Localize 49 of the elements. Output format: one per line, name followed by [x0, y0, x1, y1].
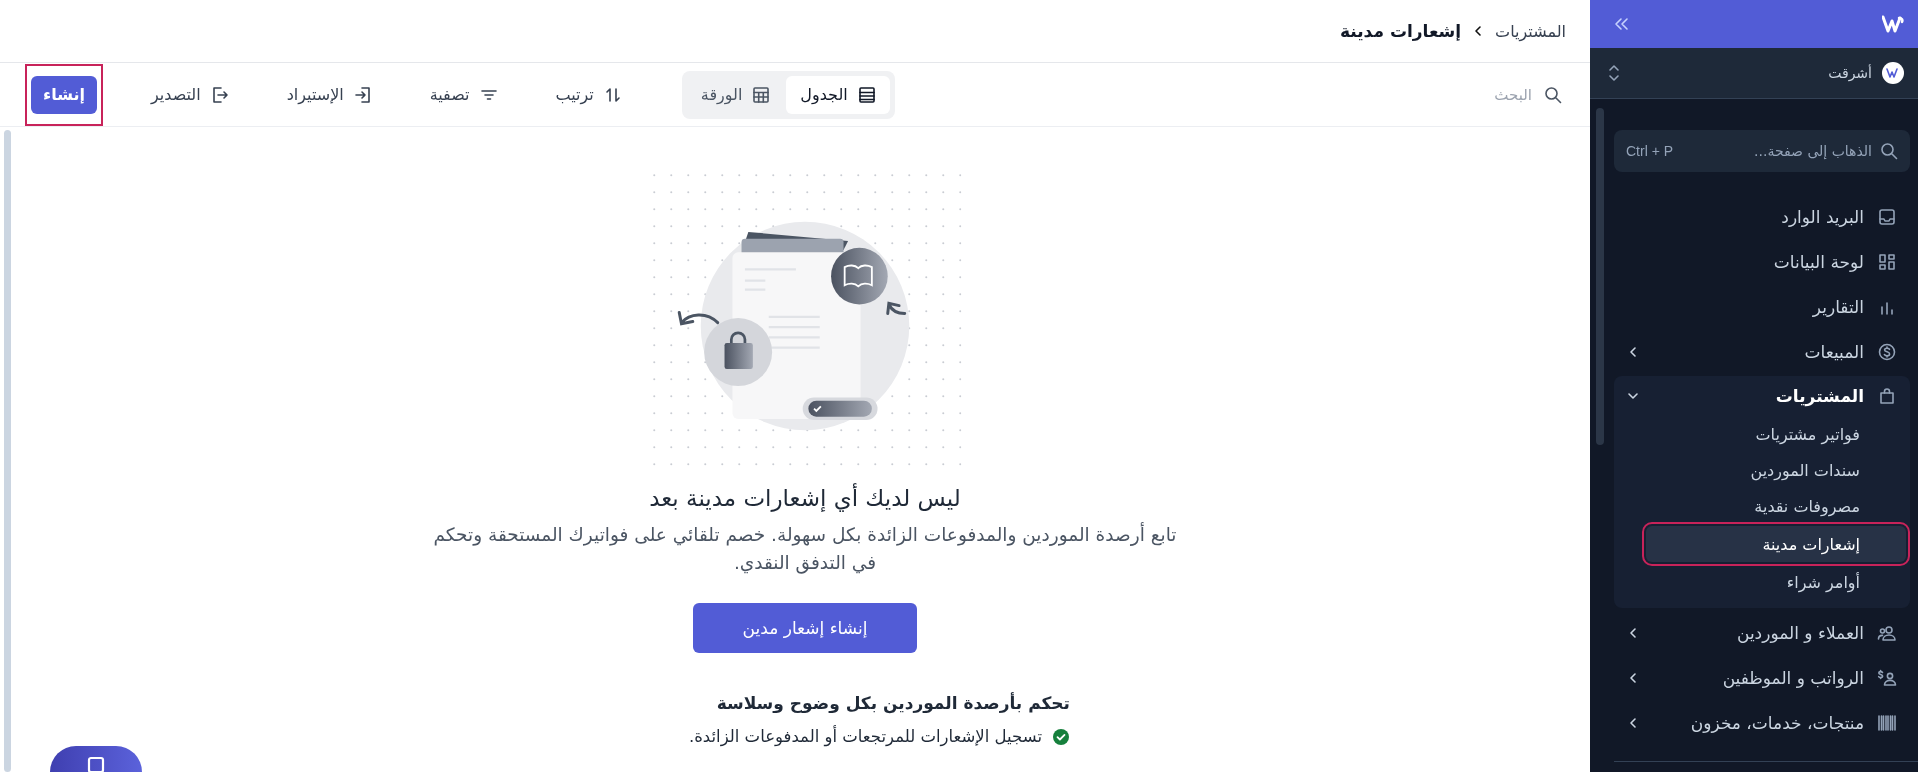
sidebar-item[interactable]: البريد الوارد — [1614, 194, 1910, 239]
empty-state-title: ليس لديك أي إشعارات مدينة بعد — [649, 485, 961, 511]
sidebar-item[interactable]: المبيعات — [1614, 329, 1910, 374]
logo-icon — [1882, 15, 1904, 33]
sidebar-item[interactable]: منتجات، خدمات، مخزون — [1614, 700, 1910, 745]
create-debit-note-button[interactable]: إنشاء إشعار مدين — [692, 603, 918, 653]
page-title: إشعارات مدينة — [1340, 21, 1462, 41]
toolbar-button[interactable]: تصفية — [409, 75, 518, 114]
toolbar-button[interactable]: التصدير — [130, 75, 249, 114]
inbox-icon — [1878, 207, 1896, 226]
breadcrumb-link[interactable]: المشتريات — [1495, 21, 1566, 41]
salary-person-icon — [1877, 668, 1897, 687]
search-icon — [1544, 85, 1562, 104]
grid-icon — [752, 85, 771, 104]
updown-chevron-icon — [1608, 64, 1620, 82]
export-icon — [210, 85, 229, 104]
create-button[interactable]: إنشاء — [31, 75, 97, 114]
dollar-circle-icon — [1878, 342, 1896, 361]
collapse-icon — [1612, 17, 1630, 31]
feature-text: تسجيل الإشعارات للمرتجعات أو المدفوعات الزائدة. — [688, 727, 1042, 746]
features-heading: تحكم بأرصدة الموردين بكل وضوح وسلاسة — [715, 693, 1070, 713]
sidebar-item[interactable]: لوحة البيانات — [1614, 239, 1910, 284]
list-icon — [857, 85, 876, 104]
barcode-icon — [1877, 713, 1897, 732]
check-circle-icon — [1052, 727, 1070, 746]
scrollbar[interactable] — [4, 130, 11, 772]
toolbar-button[interactable]: الإستيراد — [266, 75, 392, 114]
sidebar-item[interactable]: الرواتب و الموظفين — [1614, 655, 1910, 700]
sidebar-item[interactable]: التقارير — [1614, 284, 1910, 329]
submenu-item[interactable]: فواتير مشتريات — [1646, 416, 1906, 452]
sort-arrows-icon — [603, 85, 622, 104]
import-icon — [353, 85, 372, 104]
help-button[interactable] — [50, 746, 142, 772]
dashboard-icon — [1878, 252, 1896, 271]
view-tab[interactable]: الجدول — [786, 75, 890, 114]
sidebar-item[interactable]: العملاء و الموردين — [1614, 610, 1910, 655]
keyboard-shortcut: Ctrl + P — [1626, 143, 1674, 159]
submenu-item[interactable]: أوامر شراء — [1646, 564, 1906, 600]
toolbar-button[interactable]: ترتيب — [535, 75, 642, 114]
shopping-bag-icon — [1878, 387, 1896, 405]
sidebar-item[interactable]: المشتريات — [1614, 376, 1910, 416]
search-icon — [1880, 142, 1898, 160]
submenu-item[interactable]: سندات الموردين — [1646, 452, 1906, 488]
scrollbar[interactable] — [1596, 108, 1604, 445]
submenu-item[interactable]: مصروفات نقدية — [1646, 488, 1906, 524]
view-tab[interactable]: الورقة — [686, 75, 785, 114]
people-icon — [1877, 623, 1897, 642]
logo-icon — [1886, 68, 1900, 78]
empty-state-description: تابع أرصدة الموردين والمدفوعات الزائدة بكل سهولة. خصم تلقائي على فواتيرك المستحقة وتحكم في التدفق النقدي. — [432, 521, 1178, 576]
